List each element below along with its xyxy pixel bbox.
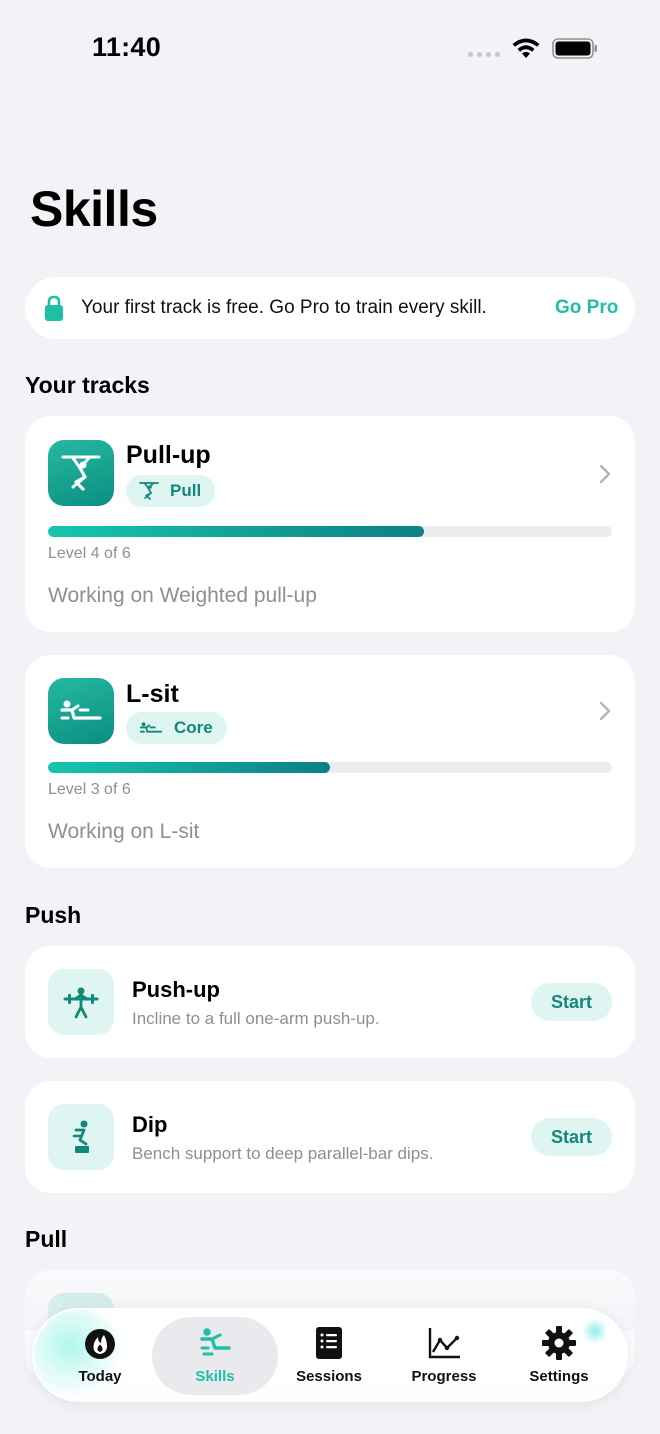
status-bar: 11:40 — [0, 0, 660, 100]
dip-figure-icon — [48, 1104, 114, 1170]
list-book-icon — [316, 1326, 342, 1359]
start-button[interactable]: Start — [531, 983, 612, 1021]
level-text: Level 3 of 6 — [48, 781, 131, 798]
tab-label: Settings — [529, 1367, 589, 1385]
chevron-right-icon — [599, 701, 611, 721]
tab-today[interactable]: Today — [50, 1308, 150, 1402]
progress-fill — [48, 526, 425, 537]
gear-icon — [542, 1325, 576, 1360]
progress-bar — [48, 526, 612, 537]
battery-icon — [552, 38, 597, 59]
category-pill-core: Core — [126, 712, 227, 744]
skill-description: Incline to a full one-arm push-up. — [132, 1009, 380, 1028]
skill-name: Push-up — [132, 977, 220, 1002]
skill-description: Bench support to deep parallel-bar dips. — [132, 1144, 434, 1163]
page-title: Skills — [30, 181, 158, 237]
l-sit-figure-icon — [139, 722, 163, 733]
tab-label: Sessions — [296, 1367, 362, 1385]
status-time: 11:40 — [92, 32, 162, 62]
section-title-push: Push — [25, 902, 82, 928]
track-name: Pull-up — [126, 441, 211, 469]
tab-skills[interactable]: Skills — [165, 1308, 265, 1402]
progress-fill — [48, 762, 330, 773]
banner-text: Your first track is free. Go Pro to trai… — [81, 297, 487, 318]
tab-label: Progress — [411, 1367, 477, 1385]
section-title-pull: Pull — [25, 1226, 68, 1252]
level-text: Level 4 of 6 — [48, 545, 131, 562]
working-on-text: Working on L-sit — [48, 820, 200, 843]
wifi-icon — [512, 38, 540, 58]
flame-icon — [85, 1328, 115, 1359]
line-chart-icon — [428, 1327, 460, 1358]
category-label: Pull — [170, 481, 202, 500]
pull-up-figure-icon — [48, 440, 114, 506]
tab-progress[interactable]: Progress — [394, 1308, 494, 1402]
working-on-text: Working on Weighted pull-up — [48, 584, 317, 607]
lock-icon — [45, 295, 63, 321]
chevron-right-icon — [599, 464, 611, 484]
section-title-your-tracks: Your tracks — [25, 372, 150, 398]
tab-settings[interactable]: Settings — [509, 1308, 609, 1402]
signal-dots-icon — [468, 52, 500, 57]
skills-figure-icon — [200, 1327, 231, 1355]
skill-name: Dip — [132, 1112, 168, 1137]
progress-bar — [48, 762, 612, 773]
push-up-figure-icon — [48, 969, 114, 1035]
track-name: L-sit — [126, 680, 179, 708]
go-pro-button[interactable]: Go Pro — [555, 297, 618, 319]
pull-up-figure-icon — [139, 482, 159, 500]
l-sit-figure-icon — [48, 678, 114, 744]
tab-label: Skills — [195, 1367, 235, 1385]
category-label: Core — [174, 718, 213, 737]
tab-label: Today — [78, 1367, 122, 1385]
category-pill-pull: Pull — [126, 475, 216, 507]
start-button[interactable]: Start — [531, 1118, 612, 1156]
tab-sessions[interactable]: Sessions — [279, 1308, 379, 1402]
